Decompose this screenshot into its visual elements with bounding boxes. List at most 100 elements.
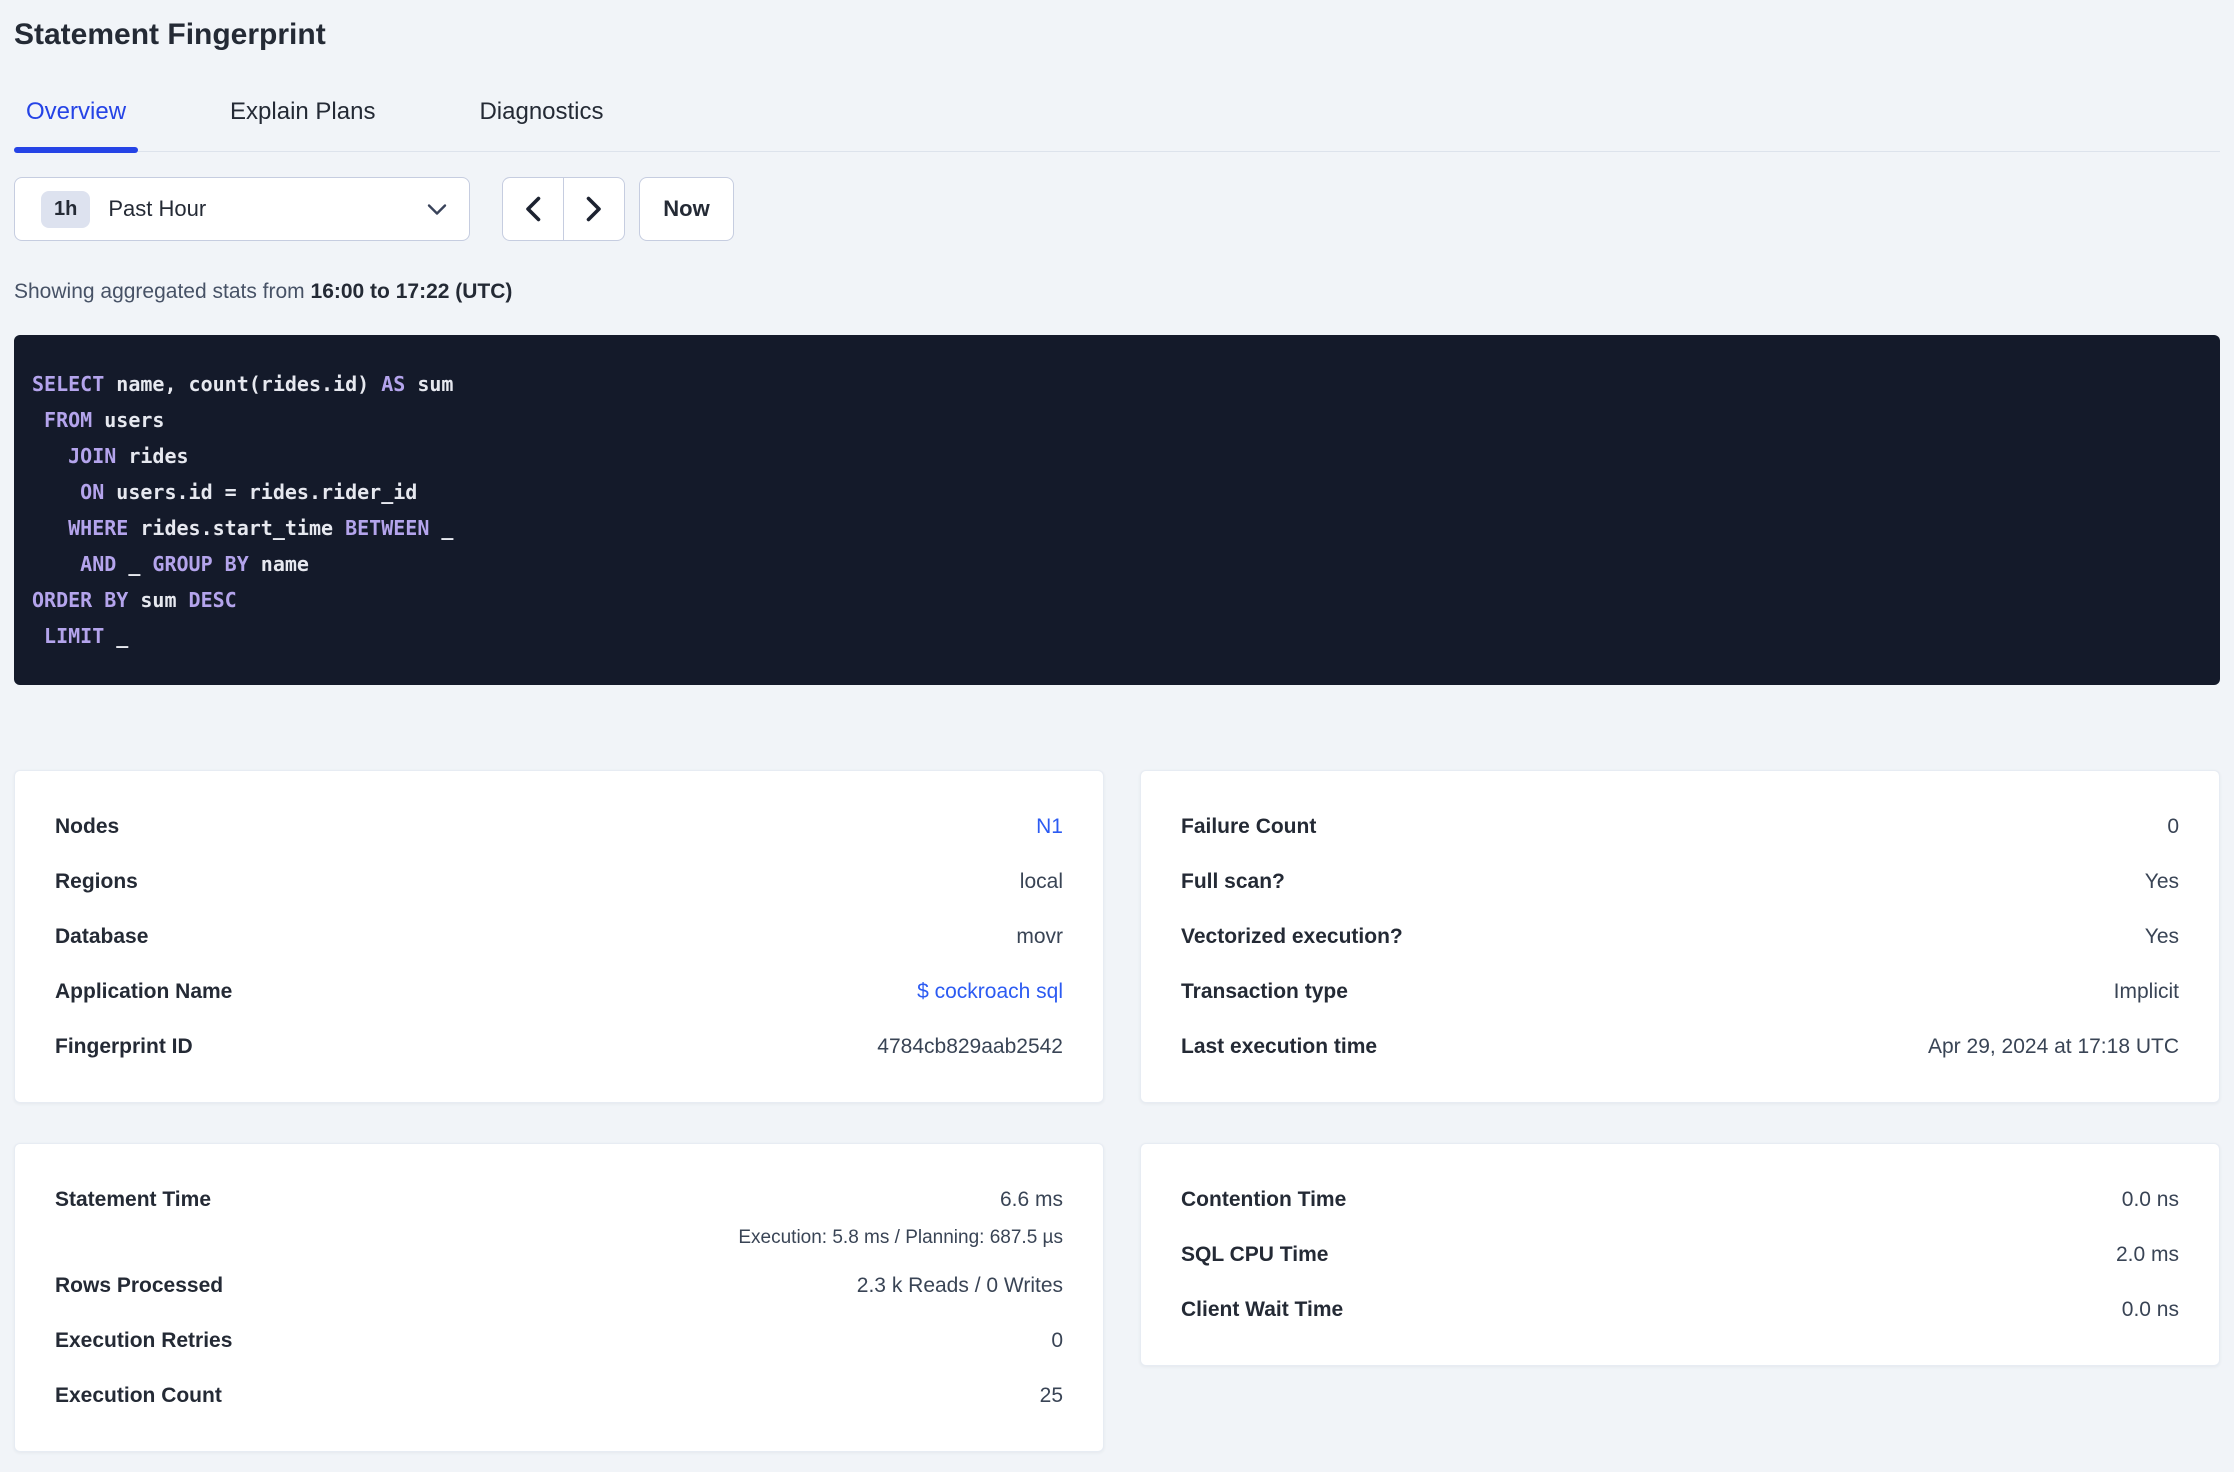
row-value: 4784cb829aab2542 xyxy=(877,1034,1063,1058)
stat-row-execution-count: Execution Count 25 xyxy=(55,1368,1063,1423)
detail-row-database: Database movr xyxy=(55,909,1063,964)
row-label: Last execution time xyxy=(1181,1034,1378,1058)
sql-line: ORDER BY sum DESC xyxy=(32,582,2196,618)
sql-keyword: WHERE xyxy=(68,516,129,540)
aggregation-note-prefix: Showing aggregated stats from xyxy=(14,280,311,303)
row-label: Failure Count xyxy=(1181,814,1317,838)
row-value: 0.0 ns xyxy=(2121,1297,2179,1321)
stat-row-contention-time: Contention Time 0.0 ns xyxy=(1181,1172,2179,1227)
sql-text: _ xyxy=(104,624,129,648)
aggregation-note: Showing aggregated stats from 16:00 to 1… xyxy=(14,277,2220,307)
sql-keyword: FROM xyxy=(44,408,93,432)
chevron-right-icon xyxy=(586,196,601,222)
sql-text: _ xyxy=(429,516,454,540)
now-button[interactable]: Now xyxy=(639,177,734,241)
stat-row-statement-time: Statement Time 6.6 ms xyxy=(55,1172,1063,1227)
sql-line: LIMIT _ xyxy=(32,618,2196,654)
row-value: Yes xyxy=(2144,924,2179,948)
chevron-down-icon xyxy=(427,203,447,215)
detail-row-vectorized-execution: Vectorized execution? Yes xyxy=(1181,909,2179,964)
application-name-link[interactable]: $ cockroach sql xyxy=(917,980,1063,1004)
stats-cards-row: Statement Time 6.6 ms Execution: 5.8 ms … xyxy=(14,1143,2220,1452)
sql-text: sum xyxy=(405,372,454,396)
sql-line: WHERE rides.start_time BETWEEN _ xyxy=(32,510,2196,546)
sql-keyword: BETWEEN xyxy=(345,516,430,540)
tab-overview[interactable]: Overview xyxy=(14,96,139,153)
sql-keyword: ON xyxy=(80,480,105,504)
row-label: Regions xyxy=(55,869,138,893)
time-stats-card: Contention Time 0.0 ns SQL CPU Time 2.0 … xyxy=(1140,1143,2220,1366)
sql-text: rides.start_time xyxy=(128,516,346,540)
detail-row-regions: Regions local xyxy=(55,854,1063,909)
time-range-dropdown[interactable]: 1h Past Hour xyxy=(14,177,470,241)
row-value: 2.3 k Reads / 0 Writes xyxy=(856,1273,1063,1297)
sql-text: rides xyxy=(116,444,189,468)
row-value: 0.0 ns xyxy=(2121,1187,2179,1211)
row-value: Yes xyxy=(2144,869,2179,893)
row-label: Contention Time xyxy=(1181,1187,1347,1211)
time-range-label: Past Hour xyxy=(108,196,207,221)
tab-explain-plans[interactable]: Explain Plans xyxy=(218,96,387,151)
row-label: Nodes xyxy=(55,814,120,838)
sql-keyword: AS xyxy=(381,372,406,396)
sql-keyword: SELECT xyxy=(32,372,105,396)
sql-line: ON users.id = rides.rider_id xyxy=(32,474,2196,510)
detail-row-fingerprint-id: Fingerprint ID 4784cb829aab2542 xyxy=(55,1019,1063,1074)
statement-stats-card: Statement Time 6.6 ms Execution: 5.8 ms … xyxy=(14,1143,1104,1452)
stat-row-rows-processed: Rows Processed 2.3 k Reads / 0 Writes xyxy=(55,1258,1063,1313)
summary-cards-row: Nodes N1 Regions local Database movr App… xyxy=(14,770,2220,1103)
stat-row-sql-cpu-time: SQL CPU Time 2.0 ms xyxy=(1181,1227,2179,1282)
sql-keyword: JOIN xyxy=(68,444,117,468)
statement-details-card: Nodes N1 Regions local Database movr App… xyxy=(14,770,1104,1103)
sql-text: users xyxy=(92,408,165,432)
sql-text: users.id = rides.rider_id xyxy=(104,480,418,504)
tab-diagnostics[interactable]: Diagnostics xyxy=(467,96,615,151)
row-value: 2.0 ms xyxy=(2115,1242,2179,1266)
sql-text: name xyxy=(248,552,309,576)
row-label: Execution Retries xyxy=(55,1328,233,1352)
sql-line: FROM users xyxy=(32,402,2196,438)
detail-row-nodes: Nodes N1 xyxy=(55,799,1063,854)
sql-line: SELECT name, count(rides.id) AS sum xyxy=(32,366,2196,402)
row-value: local xyxy=(1019,869,1063,893)
row-value: Implicit xyxy=(2113,979,2179,1003)
row-label: Application Name xyxy=(55,979,233,1003)
row-label: Database xyxy=(55,924,149,948)
row-label: Execution Count xyxy=(55,1383,222,1407)
row-label: Client Wait Time xyxy=(1181,1297,1344,1321)
row-value: 25 xyxy=(1039,1383,1063,1407)
row-label: Rows Processed xyxy=(55,1273,224,1297)
row-label: Transaction type xyxy=(1181,979,1348,1003)
row-label: Fingerprint ID xyxy=(55,1034,193,1058)
row-label: Full scan? xyxy=(1181,869,1285,893)
sql-text: sum xyxy=(128,588,189,612)
sql-statement: SELECT name, count(rides.id) AS sum FROM… xyxy=(14,335,2220,685)
execution-attributes-card: Failure Count 0 Full scan? Yes Vectorize… xyxy=(1140,770,2220,1103)
previous-interval-button[interactable] xyxy=(502,177,564,241)
statement-time-breakdown: Execution: 5.8 ms / Planning: 687.5 µs xyxy=(738,1227,1063,1248)
detail-row-application-name: Application Name $ cockroach sql xyxy=(55,964,1063,1019)
sql-keyword: AND xyxy=(80,552,117,576)
aggregation-note-range: 16:00 to 17:22 (UTC) xyxy=(310,280,513,303)
sql-line: JOIN rides xyxy=(32,438,2196,474)
detail-row-transaction-type: Transaction type Implicit xyxy=(1181,964,2179,1019)
statement-fingerprint-page: Statement Fingerprint Overview Explain P… xyxy=(0,14,2234,1452)
chevron-left-icon xyxy=(526,196,541,222)
row-value: 6.6 ms xyxy=(999,1187,1063,1211)
row-value: movr xyxy=(1016,924,1063,948)
row-value: 0 xyxy=(2167,814,2179,838)
time-nav-group xyxy=(502,177,625,241)
row-label: Statement Time xyxy=(55,1187,211,1211)
row-label: Vectorized execution? xyxy=(1181,924,1403,948)
nodes-link[interactable]: N1 xyxy=(1036,815,1063,839)
detail-row-last-execution-time: Last execution time Apr 29, 2024 at 17:1… xyxy=(1181,1019,2179,1074)
sql-text: _ xyxy=(116,552,153,576)
sql-text: name, count(rides.id) xyxy=(104,372,382,396)
next-interval-button[interactable] xyxy=(563,177,625,241)
time-picker-toolbar: 1h Past Hour Now xyxy=(14,177,2220,241)
